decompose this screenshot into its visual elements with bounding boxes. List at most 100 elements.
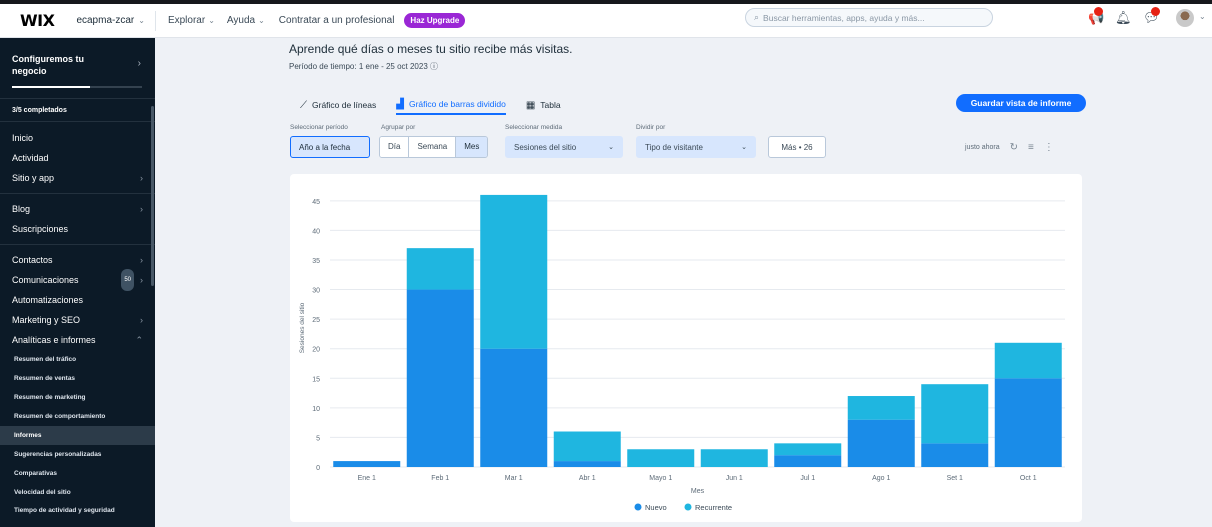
search-placeholder: Buscar herramientas, apps, ayuda y más..… — [763, 12, 925, 23]
bar-segment-nuevo — [406, 289, 474, 467]
help-menu[interactable]: Ayuda ⌄ — [227, 15, 265, 26]
sidebar-item-suscripciones[interactable]: Suscripciones — [0, 219, 155, 239]
chevron-right-icon: › — [140, 173, 143, 183]
sidebar-item-sitio-y-app[interactable]: Sitio y app › — [0, 168, 155, 188]
sidebar-item-label: Analíticas e informes — [12, 335, 96, 345]
more-filters-button[interactable]: Más • 26 — [768, 136, 826, 158]
sidebar-subitem[interactable]: Resumen de marketing — [0, 388, 155, 407]
chevron-right-icon: › — [140, 204, 143, 214]
sidebar-subitem[interactable]: Velocidad del sitio — [0, 483, 155, 502]
save-report-view-button[interactable]: Guardar vista de informe — [956, 94, 1086, 112]
sidebar-subitem[interactable]: Resumen de comportamiento — [0, 407, 155, 426]
group-by-option[interactable]: Mes — [456, 137, 488, 157]
split-select[interactable]: Tipo de visitante ⌄ — [636, 136, 756, 158]
sidebar-divider — [0, 193, 155, 194]
measure-select[interactable]: Sesiones del sitio ⌄ — [505, 136, 623, 158]
search-icon: ⌕ — [754, 12, 760, 22]
filter-icon[interactable]: ≡ — [1028, 142, 1034, 153]
hire-professional-link[interactable]: Contratar a un profesional — [279, 15, 395, 26]
y-tick-label: 30 — [312, 288, 320, 295]
refresh-icon[interactable]: ↻ — [1010, 142, 1018, 153]
upgrade-button[interactable]: Haz Upgrade — [404, 13, 466, 28]
sidebar-item-contactos[interactable]: Contactos › — [0, 250, 155, 270]
period-text: Período de tiempo: 1 ene - 25 oct 2023 ⓘ — [289, 61, 438, 72]
bar-segment-nuevo — [553, 461, 621, 467]
sidebar-item-blog[interactable]: Blog › — [0, 199, 155, 219]
explore-menu[interactable]: Explorar ⌄ — [168, 15, 215, 26]
search-input[interactable]: ⌕ Buscar herramientas, apps, ayuda y más… — [745, 8, 993, 27]
wix-logo[interactable]: WIX — [20, 11, 55, 30]
bar-segment-nuevo — [994, 378, 1062, 467]
setup-progress-text: 3/5 completados — [0, 98, 155, 122]
sidebar-subitem[interactable]: Resumen de ventas — [0, 369, 155, 388]
page-description: Aprende qué días o meses tu sitio recibe… — [289, 42, 573, 56]
y-tick-label: 10 — [312, 406, 320, 413]
avatar[interactable] — [1176, 9, 1194, 27]
sidebar-item-analíticas-e-informes[interactable]: Analíticas e informes ⌃ — [0, 330, 155, 350]
count-badge: 50 — [121, 269, 134, 291]
sidebar-item-label: Sitio y app — [12, 173, 55, 183]
bar-segment-recurrente — [774, 443, 842, 456]
period-filter-value: Año a la fecha — [299, 142, 351, 152]
sidebar-item-inicio[interactable]: Inicio — [0, 128, 155, 148]
line-chart-icon: ⟋ — [300, 99, 307, 111]
x-tick-label: Mayo 1 — [649, 475, 672, 482]
y-tick-label: 25 — [312, 317, 320, 324]
chevron-right-icon: › — [140, 315, 143, 325]
chevron-down-icon: ⌄ — [741, 144, 747, 151]
updated-text: justo ahora — [965, 144, 1000, 151]
site-selector[interactable]: ecapma-zcar ⌄ — [76, 10, 156, 31]
period-filter[interactable]: Año a la fecha — [290, 136, 370, 158]
setup-card[interactable]: Configuremos tu negocio › — [0, 38, 155, 98]
sidebar-item-automatizaciones[interactable]: Automatizaciones — [0, 290, 155, 310]
legend-swatch — [634, 503, 642, 511]
y-tick-label: 15 — [312, 376, 320, 383]
legend-label: Nuevo — [645, 503, 667, 512]
tab-line-chart[interactable]: ⟋ Gráfico de líneas — [300, 95, 376, 115]
sidebar-item-meta: ⌃ — [135, 330, 143, 350]
x-tick-label: Mar 1 — [505, 475, 523, 482]
info-icon[interactable]: ⓘ — [430, 62, 438, 71]
sidebar-scrollbar[interactable] — [151, 106, 154, 286]
sidebar-subitem[interactable]: Tiempo de actividad y seguridad — [0, 502, 155, 527]
tab-table[interactable]: ▦ Tabla — [526, 95, 561, 115]
bar-segment-recurrente — [553, 431, 621, 462]
sidebar-item-actividad[interactable]: Actividad — [0, 148, 155, 168]
sidebar-subitem[interactable]: Informes — [0, 426, 155, 445]
notification-dot — [1094, 7, 1103, 16]
x-tick-label: Oct 1 — [1020, 475, 1037, 482]
tab-bar-chart[interactable]: ▟ Gráfico de barras dividido — [396, 95, 506, 115]
bar-segment-nuevo — [333, 461, 401, 467]
sidebar-item-label: Blog — [12, 204, 31, 214]
sidebar-item-meta: › — [140, 310, 143, 330]
x-tick-label: Feb 1 — [431, 475, 449, 482]
measure-filter-label: Seleccionar medida — [505, 124, 563, 131]
sidebar-item-comunicaciones[interactable]: Comunicaciones 50 › — [0, 269, 155, 291]
bar-segment-nuevo — [480, 348, 548, 467]
chart-toolbar: justo ahora ↻ ≡ ⋮ — [965, 142, 1054, 153]
sidebar: Configuremos tu negocio › 3/5 completado… — [0, 38, 155, 527]
tab-label: Gráfico de líneas — [312, 100, 377, 110]
site-name: ecapma-zcar — [76, 15, 135, 26]
setup-progress-fill — [12, 86, 90, 88]
bar-segment-recurrente — [921, 384, 989, 444]
top-bar: WIX ecapma-zcar ⌄ Explorar ⌄ Ayuda ⌄ Contr… — [0, 0, 1212, 38]
chart-type-tabs: ⟋ Gráfico de líneas ▟ Gráfico de barras div… — [300, 95, 561, 115]
sidebar-subitem[interactable]: Resumen del tráfico — [0, 350, 155, 369]
bar-segment-nuevo — [774, 455, 842, 467]
chevron-right-icon: › — [137, 58, 141, 69]
sidebar-subitem[interactable]: Comparativas — [0, 464, 155, 483]
bar-segment-recurrente — [700, 449, 768, 467]
bell-icon[interactable]: 🔔︎ — [1115, 10, 1132, 26]
sidebar-item-marketing-y-seo[interactable]: Marketing y SEO › — [0, 310, 155, 330]
more-vertical-icon[interactable]: ⋮ — [1044, 142, 1054, 153]
sidebar-subitem[interactable]: Sugerencias personalizadas — [0, 445, 155, 464]
table-icon: ▦ — [525, 99, 536, 111]
bar-segment-nuevo — [847, 419, 915, 467]
group-by-option[interactable]: Día — [380, 137, 410, 157]
sidebar-item-label: Contactos — [12, 255, 53, 265]
group-by-option[interactable]: Semana — [409, 137, 457, 157]
tab-label: Gráfico de barras dividido — [408, 99, 506, 109]
period-filter-label: Seleccionar período — [290, 124, 348, 131]
bar-segment-recurrente — [627, 449, 695, 467]
